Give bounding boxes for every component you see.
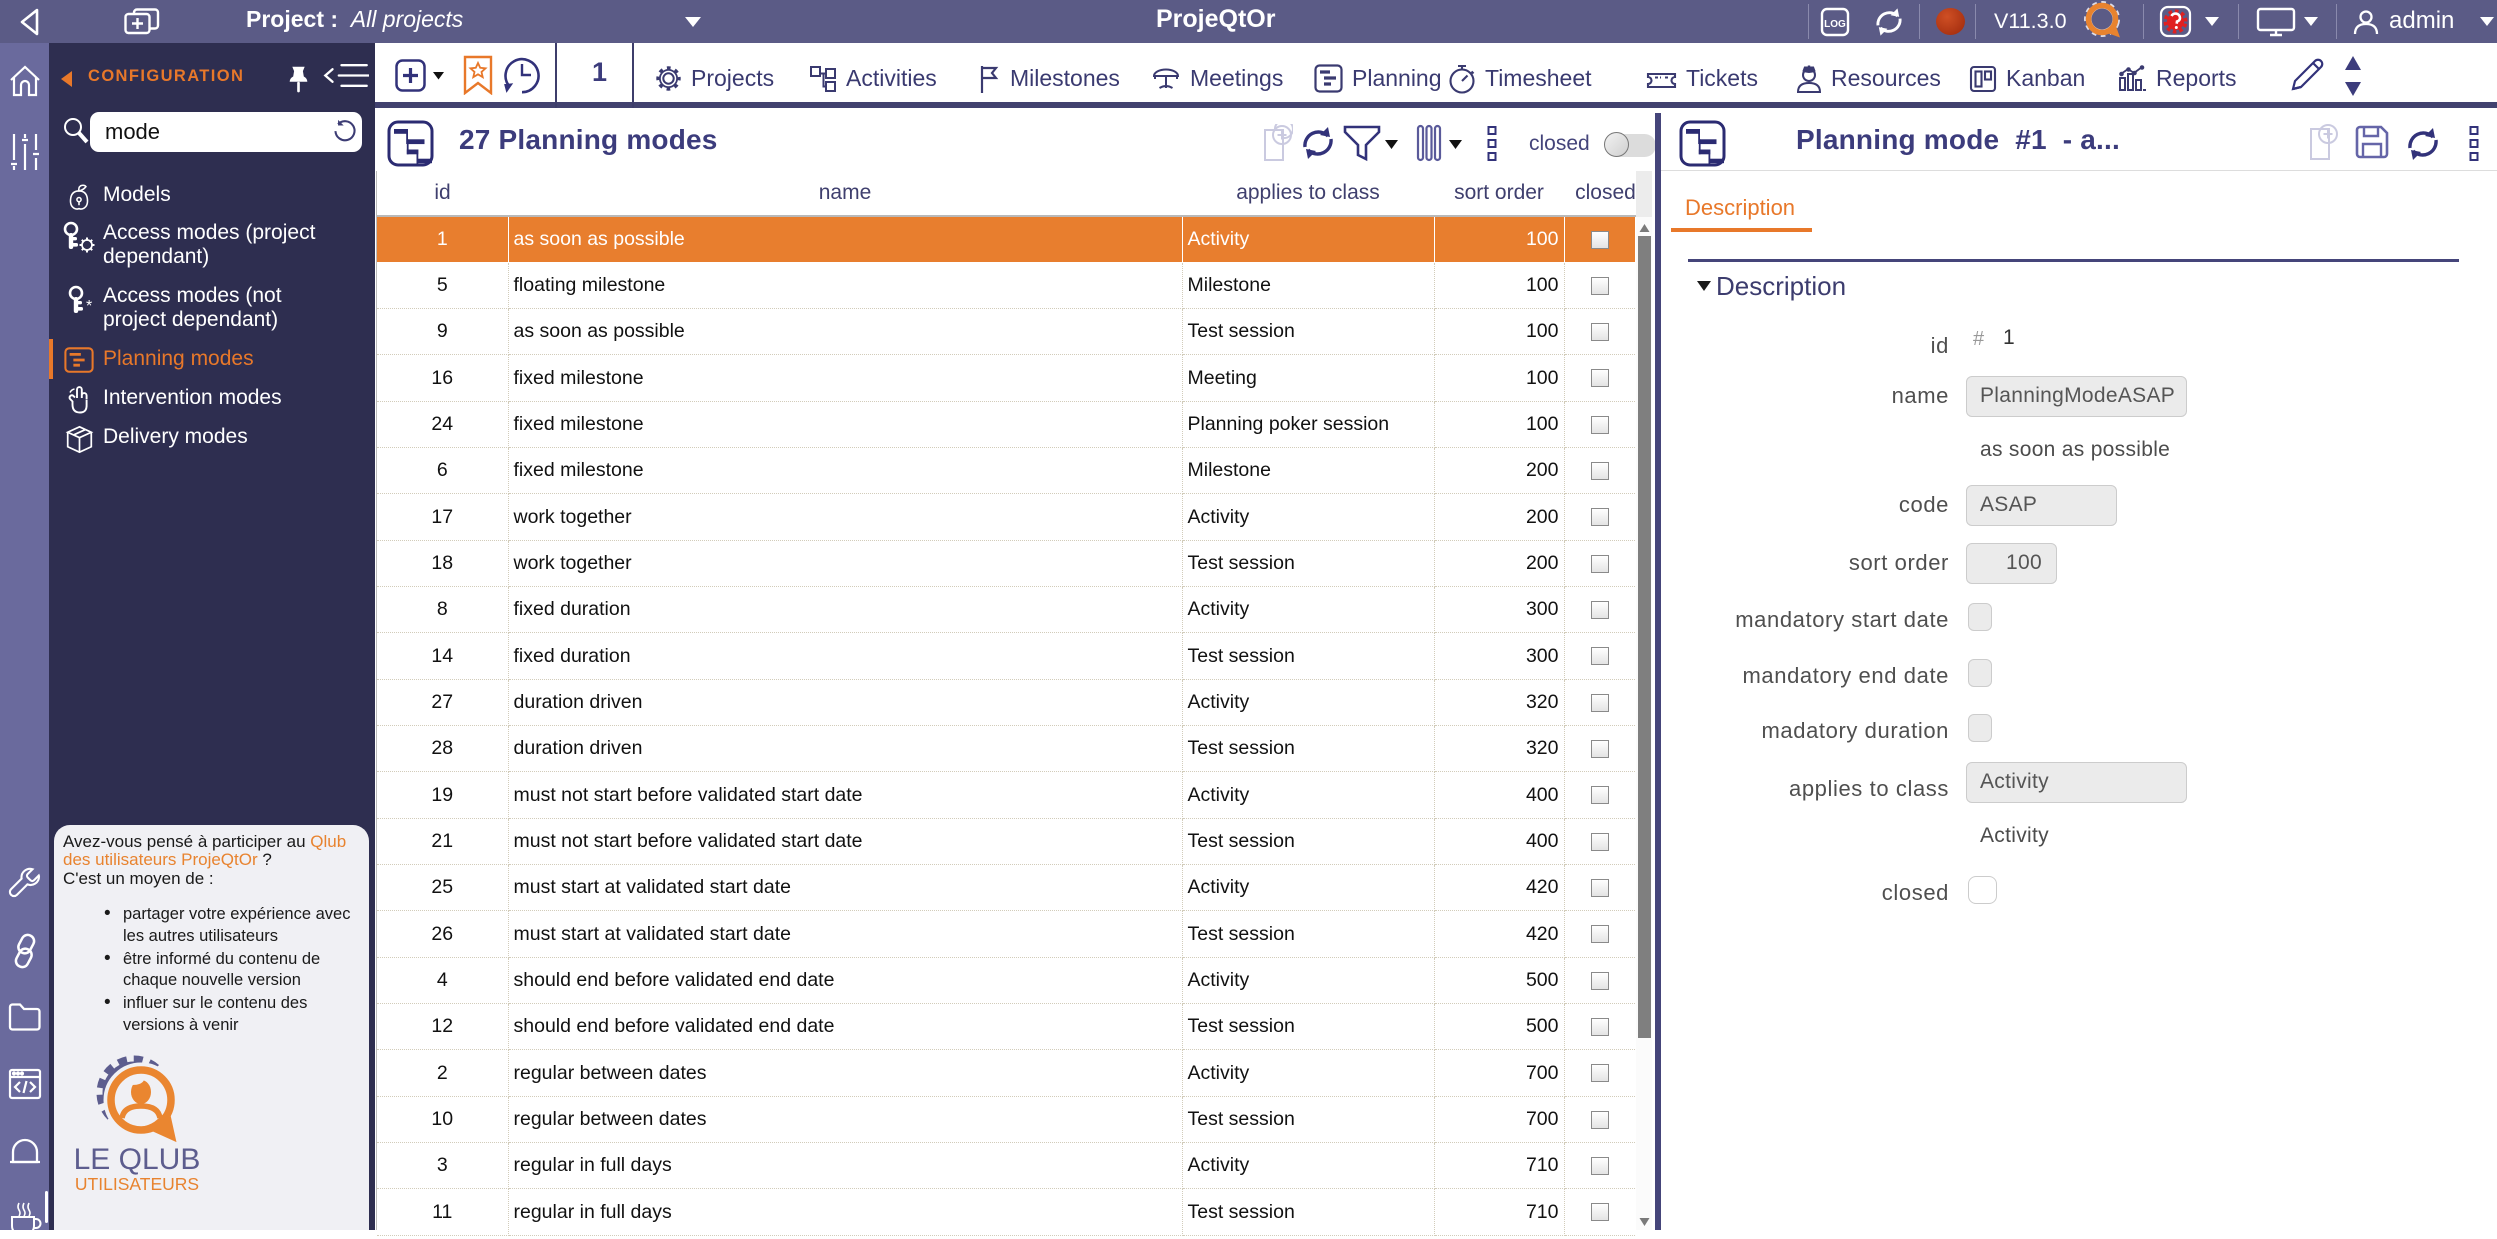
- svg-text:LOG: LOG: [1824, 19, 1846, 30]
- svg-text:*: *: [86, 298, 92, 315]
